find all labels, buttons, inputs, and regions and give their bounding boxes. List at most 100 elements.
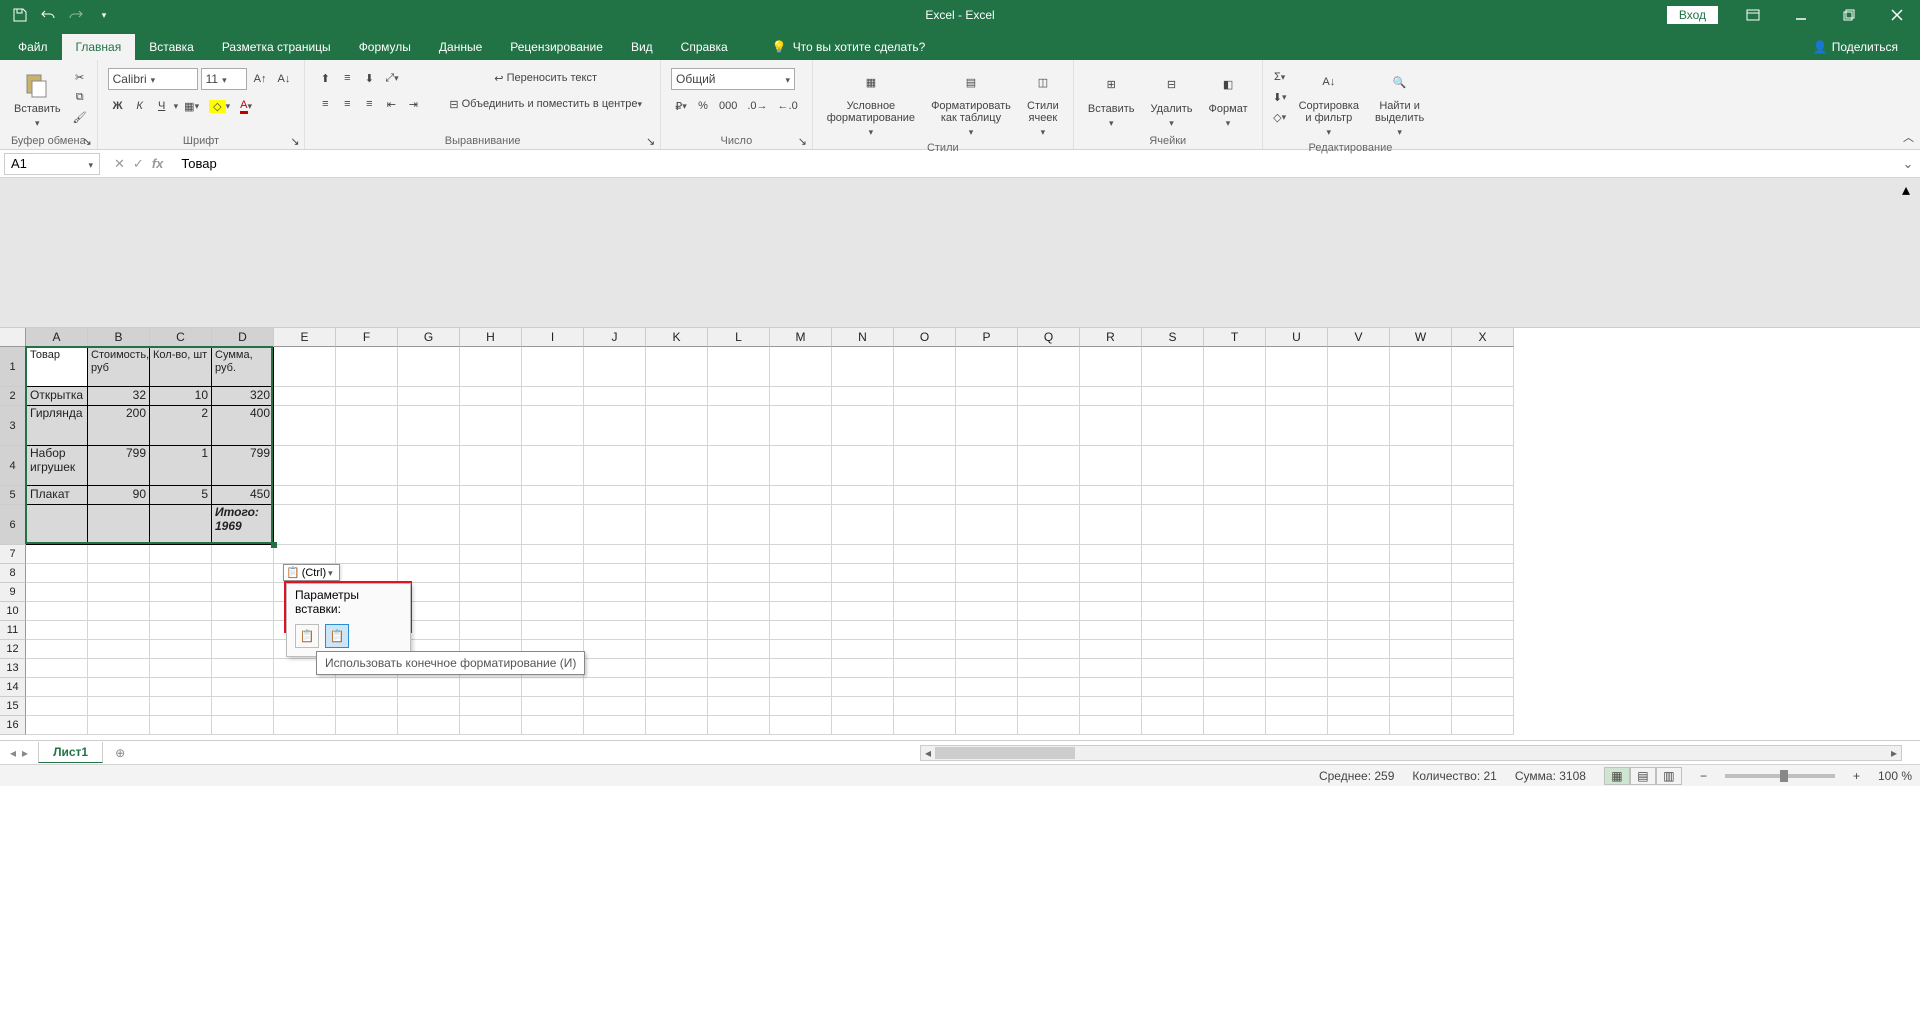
cell[interactable] — [646, 583, 708, 602]
zoom-in-button[interactable]: + — [1853, 769, 1860, 783]
cell[interactable] — [1018, 640, 1080, 659]
cell[interactable] — [336, 347, 398, 387]
cell[interactable] — [398, 697, 460, 716]
close-button[interactable] — [1874, 0, 1920, 30]
currency-icon[interactable]: ₽ — [671, 96, 691, 116]
clear-icon[interactable]: ◇ — [1271, 108, 1289, 126]
cell[interactable] — [1080, 602, 1142, 621]
cell[interactable] — [398, 446, 460, 486]
cell[interactable] — [26, 583, 88, 602]
percent-icon[interactable]: % — [693, 96, 713, 116]
cell[interactable] — [1080, 716, 1142, 735]
cell[interactable] — [1018, 486, 1080, 505]
cell[interactable] — [1142, 602, 1204, 621]
cell[interactable] — [1328, 545, 1390, 564]
cell[interactable] — [460, 505, 522, 545]
column-header[interactable]: L — [708, 328, 770, 347]
font-name-combo[interactable]: Calibri — [108, 68, 198, 90]
cell[interactable] — [584, 697, 646, 716]
cell[interactable] — [584, 347, 646, 387]
cell[interactable] — [1018, 505, 1080, 545]
cell[interactable] — [646, 545, 708, 564]
align-middle-icon[interactable]: ≡ — [337, 68, 357, 88]
cell[interactable]: 450 — [212, 486, 274, 505]
cell[interactable] — [646, 621, 708, 640]
cell[interactable] — [832, 446, 894, 486]
cell[interactable] — [1266, 387, 1328, 406]
cell[interactable] — [274, 697, 336, 716]
cell[interactable] — [894, 602, 956, 621]
cell[interactable] — [894, 387, 956, 406]
cell[interactable] — [150, 697, 212, 716]
save-icon[interactable] — [8, 3, 32, 27]
cell[interactable] — [522, 406, 584, 446]
decrease-indent-icon[interactable]: ⇤ — [381, 94, 401, 114]
cell[interactable]: Сумма, руб. — [212, 347, 274, 387]
cell[interactable] — [1266, 545, 1328, 564]
undo-icon[interactable] — [36, 3, 60, 27]
cell[interactable] — [770, 387, 832, 406]
cell[interactable] — [336, 406, 398, 446]
cell[interactable] — [1018, 406, 1080, 446]
cell[interactable] — [398, 387, 460, 406]
cell[interactable] — [1328, 446, 1390, 486]
cell[interactable] — [1142, 583, 1204, 602]
cell[interactable] — [708, 387, 770, 406]
cell[interactable] — [1266, 347, 1328, 387]
format-painter-icon[interactable]: 🖌 — [71, 108, 89, 126]
scroll-right-icon[interactable]: ▸ — [1887, 746, 1901, 760]
cell[interactable] — [1018, 602, 1080, 621]
cell[interactable] — [336, 678, 398, 697]
column-header[interactable]: D — [212, 328, 274, 347]
cell[interactable] — [832, 486, 894, 505]
cell[interactable] — [832, 716, 894, 735]
cell[interactable] — [1266, 621, 1328, 640]
cell[interactable] — [1266, 640, 1328, 659]
column-header[interactable]: R — [1080, 328, 1142, 347]
cell[interactable] — [336, 564, 398, 583]
cell[interactable] — [150, 678, 212, 697]
column-header[interactable]: H — [460, 328, 522, 347]
cell[interactable] — [1142, 545, 1204, 564]
column-header[interactable]: M — [770, 328, 832, 347]
cell[interactable] — [1390, 486, 1452, 505]
cell[interactable] — [88, 640, 150, 659]
cell[interactable] — [336, 716, 398, 735]
cell[interactable] — [336, 697, 398, 716]
cell[interactable] — [584, 406, 646, 446]
cell[interactable] — [398, 564, 460, 583]
cell[interactable] — [894, 406, 956, 446]
row-header[interactable]: 5 — [0, 486, 26, 505]
add-sheet-button[interactable]: ⊕ — [109, 742, 131, 764]
formula-input[interactable]: Товар — [173, 156, 1896, 171]
decrease-font-icon[interactable]: A↓ — [273, 69, 294, 89]
cell[interactable] — [1328, 659, 1390, 678]
cell[interactable] — [1080, 446, 1142, 486]
cell[interactable]: 320 — [212, 387, 274, 406]
cell[interactable] — [894, 583, 956, 602]
column-header[interactable]: W — [1390, 328, 1452, 347]
cell[interactable] — [646, 564, 708, 583]
cell[interactable] — [584, 486, 646, 505]
cell[interactable] — [584, 545, 646, 564]
cell[interactable] — [708, 486, 770, 505]
cell[interactable] — [522, 716, 584, 735]
insert-cells-button[interactable]: ⊞Вставить — [1082, 64, 1141, 133]
cell[interactable] — [1266, 564, 1328, 583]
cell[interactable] — [1266, 505, 1328, 545]
cell[interactable] — [1142, 347, 1204, 387]
cell[interactable] — [584, 678, 646, 697]
cell[interactable] — [956, 486, 1018, 505]
cell[interactable] — [1018, 678, 1080, 697]
cell[interactable] — [460, 716, 522, 735]
cell[interactable] — [646, 486, 708, 505]
cell[interactable] — [1328, 678, 1390, 697]
cell[interactable] — [212, 545, 274, 564]
cell[interactable] — [274, 347, 336, 387]
format-cells-button[interactable]: ◧Формат — [1203, 64, 1254, 133]
cell[interactable] — [1266, 486, 1328, 505]
cell[interactable] — [1204, 387, 1266, 406]
cell[interactable] — [1018, 387, 1080, 406]
format-as-table-button[interactable]: ▤ Форматировать как таблицу — [925, 64, 1017, 140]
row-header[interactable]: 7 — [0, 545, 26, 564]
